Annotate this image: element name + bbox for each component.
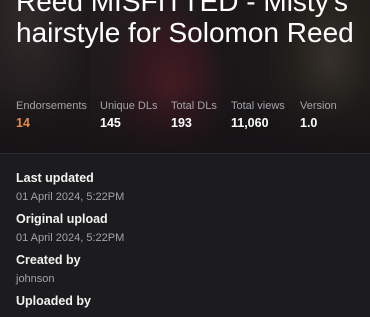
detail-original-upload: Original upload 01 April 2024, 5:22PM [16,212,356,245]
author-link[interactable]: johnson [16,272,356,286]
section-divider [0,153,370,154]
detail-label: Last updated [16,171,94,185]
detail-value: 01 April 2024, 5:22PM [16,191,125,203]
detail-label: Created by [16,253,81,267]
stat-value: 11,060 [231,116,269,130]
detail-uploaded-by: Uploaded by [16,294,356,309]
detail-last-updated: Last updated 01 April 2024, 5:22PM [16,171,356,204]
stat-value: 1.0 [300,116,318,130]
detail-label: Original upload [16,212,108,226]
stat-total-downloads: Total DLs 193 [171,100,231,131]
stat-value: 145 [100,116,121,130]
mod-header-banner: Reed MISFITTED - Misty's hairstyle for S… [0,0,370,153]
stat-unique-downloads: Unique DLs 145 [100,100,171,131]
mod-details: Last updated 01 April 2024, 5:22PM Origi… [16,171,356,317]
stat-label: Total DLs [171,100,217,112]
stat-value: 193 [171,116,192,130]
stat-version: Version 1.0 [300,100,350,131]
stat-label: Version [300,100,337,112]
stat-label: Total views [231,100,285,112]
stat-label: Endorsements [16,100,87,112]
stat-value: 14 [16,116,30,130]
stat-total-views: Total views 11,060 [231,100,300,131]
mod-stats: Endorsements 14 Unique DLs 145 Total DLs… [16,100,350,131]
detail-created-by: Created by johnson [16,253,356,286]
stat-label: Unique DLs [100,100,158,112]
detail-value: 01 April 2024, 5:22PM [16,232,125,244]
mod-title: Reed MISFITTED - Misty's hairstyle for S… [16,0,354,48]
detail-label: Uploaded by [16,294,92,308]
stat-endorsements: Endorsements 14 [16,100,100,131]
